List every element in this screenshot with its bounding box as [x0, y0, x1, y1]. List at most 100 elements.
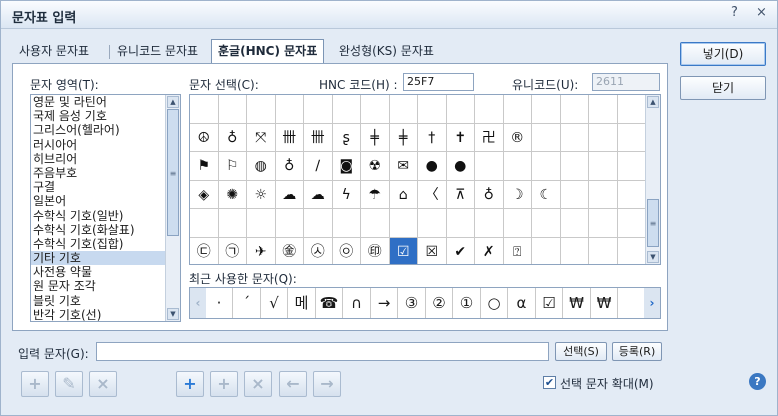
recent-char-cell[interactable]: ₩	[564, 288, 591, 318]
register-button[interactable]: 등록(R)	[612, 342, 662, 361]
char-cell[interactable]	[503, 209, 532, 238]
char-cell[interactable]	[503, 152, 532, 181]
char-cell[interactable]	[275, 209, 304, 238]
recent-char-cell[interactable]: √	[261, 288, 288, 318]
char-cell[interactable]	[475, 209, 504, 238]
char-cell[interactable]	[418, 95, 447, 124]
char-cell[interactable]: ®	[503, 123, 532, 152]
char-cell[interactable]	[617, 180, 646, 209]
char-cell[interactable]: ◈	[190, 180, 219, 209]
input-char-field[interactable]	[96, 342, 549, 361]
char-cell[interactable]: ☽	[503, 180, 532, 209]
char-cell[interactable]: 〈	[418, 180, 447, 209]
char-cell[interactable]: ◍	[247, 152, 276, 181]
char-cell[interactable]	[532, 209, 561, 238]
char-cell[interactable]	[617, 95, 646, 124]
grid-scrollbar[interactable]: ▲ ≡ ▼	[645, 95, 660, 264]
char-cell[interactable]: ♁	[275, 152, 304, 181]
char-cell[interactable]: ⌂	[389, 180, 418, 209]
char-cell[interactable]: ∕	[304, 152, 333, 181]
char-cell[interactable]	[589, 95, 618, 124]
tab-hnc-chart[interactable]: 훈글(HNC) 문자표	[211, 39, 325, 64]
char-cell[interactable]	[475, 95, 504, 124]
char-cell[interactable]	[532, 237, 561, 264]
delete-user-chart-icon[interactable]: ×	[89, 371, 117, 397]
recent-char-cell[interactable]: ·	[206, 288, 233, 318]
char-cell[interactable]	[247, 95, 276, 124]
character-area-list[interactable]: 영문 및 라틴어 국제 음성 기호 그리스어(헬라어) 러시아어 히브리어 주음부호 구결 일…	[30, 94, 181, 322]
recent-char-cell[interactable]: ②	[426, 288, 453, 318]
area-list-item[interactable]: 사전용 약물	[31, 265, 180, 279]
char-cell[interactable]	[617, 209, 646, 238]
area-list-item[interactable]: 그리스어(헬라어)	[31, 123, 180, 137]
add-icon[interactable]: +	[176, 371, 204, 397]
recent-char-cell[interactable]: ③	[399, 288, 426, 318]
tab-unicode-chart[interactable]: 유니코드 문자표	[111, 41, 204, 63]
char-cell[interactable]: ◙	[332, 152, 361, 181]
char-cell[interactable]: ㉠	[219, 237, 247, 264]
area-list-item[interactable]: 블릿 기호	[31, 294, 180, 308]
char-cell[interactable]: ☮	[190, 123, 219, 152]
char-cell[interactable]	[389, 95, 418, 124]
char-cell[interactable]: ✺	[218, 180, 247, 209]
char-cell[interactable]: ㊞	[361, 237, 390, 264]
char-cell[interactable]	[247, 209, 276, 238]
grid-scroll-up-icon[interactable]: ▲	[647, 96, 659, 108]
char-cell[interactable]	[532, 123, 561, 152]
char-cell[interactable]: ⚑	[190, 152, 219, 181]
char-cell[interactable]	[560, 180, 589, 209]
char-cell[interactable]	[389, 209, 418, 238]
recent-char-cell[interactable]: ☑	[536, 288, 563, 318]
move-left-icon[interactable]: ←	[279, 371, 307, 397]
char-cell[interactable]: ●	[446, 152, 475, 181]
char-cell[interactable]	[503, 95, 532, 124]
char-cell[interactable]: †	[418, 123, 447, 152]
char-cell[interactable]	[190, 95, 219, 124]
char-cell[interactable]: ʂ	[332, 123, 361, 152]
area-list-item[interactable]: 원 문자 조각	[31, 279, 180, 293]
tab-ks-chart[interactable]: 완성형(KS) 문자표	[333, 41, 440, 63]
char-cell[interactable]	[446, 209, 475, 238]
scroll-up-icon[interactable]: ▲	[167, 96, 179, 108]
char-cell[interactable]	[560, 209, 589, 238]
grid-scroll-thumb[interactable]: ≡	[647, 199, 659, 247]
scroll-down-icon[interactable]: ▼	[167, 308, 179, 320]
zoom-checkbox[interactable]: ✔	[543, 376, 556, 389]
char-cell[interactable]	[589, 209, 618, 238]
scroll-thumb[interactable]: ≡	[167, 109, 179, 236]
char-cell[interactable]: ✔	[447, 237, 475, 264]
area-list-scrollbar[interactable]: ▲ ≡ ▼	[165, 95, 180, 321]
char-cell[interactable]	[190, 209, 219, 238]
recent-char-cell[interactable]: ₩	[591, 288, 618, 318]
char-cell[interactable]: ♁	[218, 123, 247, 152]
char-cell[interactable]: ⊼	[446, 180, 475, 209]
char-cell[interactable]: ☑	[389, 237, 418, 264]
char-cell[interactable]	[532, 95, 561, 124]
insert-button[interactable]: 넣기(D)	[680, 42, 766, 66]
area-list-item[interactable]: 기타 기호	[31, 251, 180, 266]
recent-char-cell[interactable]: ①	[454, 288, 481, 318]
char-cell[interactable]	[617, 152, 646, 181]
area-list-item[interactable]: 반각 기호(선)	[31, 308, 180, 321]
char-cell[interactable]: 卌	[304, 123, 333, 152]
recent-char-cell[interactable]: ○	[481, 288, 508, 318]
char-cell[interactable]	[361, 95, 390, 124]
char-cell[interactable]	[617, 123, 646, 152]
tab-user-chart[interactable]: 사용자 문자표	[13, 41, 95, 63]
recent-next-icon[interactable]: ›	[644, 288, 660, 318]
area-list-item[interactable]: 국제 음성 기호	[31, 109, 180, 123]
delete-icon[interactable]: ×	[244, 371, 272, 397]
recent-char-cell[interactable]: ☎	[316, 288, 343, 318]
char-cell[interactable]: ●	[418, 152, 447, 181]
add-sub-icon[interactable]: +	[210, 371, 238, 397]
char-cell[interactable]: ☂	[361, 180, 390, 209]
char-cell[interactable]	[304, 95, 333, 124]
char-cell[interactable]: ⚐	[218, 152, 247, 181]
char-cell[interactable]: ☁	[304, 180, 333, 209]
char-cell[interactable]	[332, 95, 361, 124]
char-cell[interactable]: ╪	[361, 123, 390, 152]
char-cell[interactable]: ☼	[247, 180, 276, 209]
char-cell[interactable]: ㊎	[276, 237, 304, 264]
char-cell[interactable]: ϟ	[332, 180, 361, 209]
area-list-item[interactable]: 구결	[31, 180, 180, 194]
